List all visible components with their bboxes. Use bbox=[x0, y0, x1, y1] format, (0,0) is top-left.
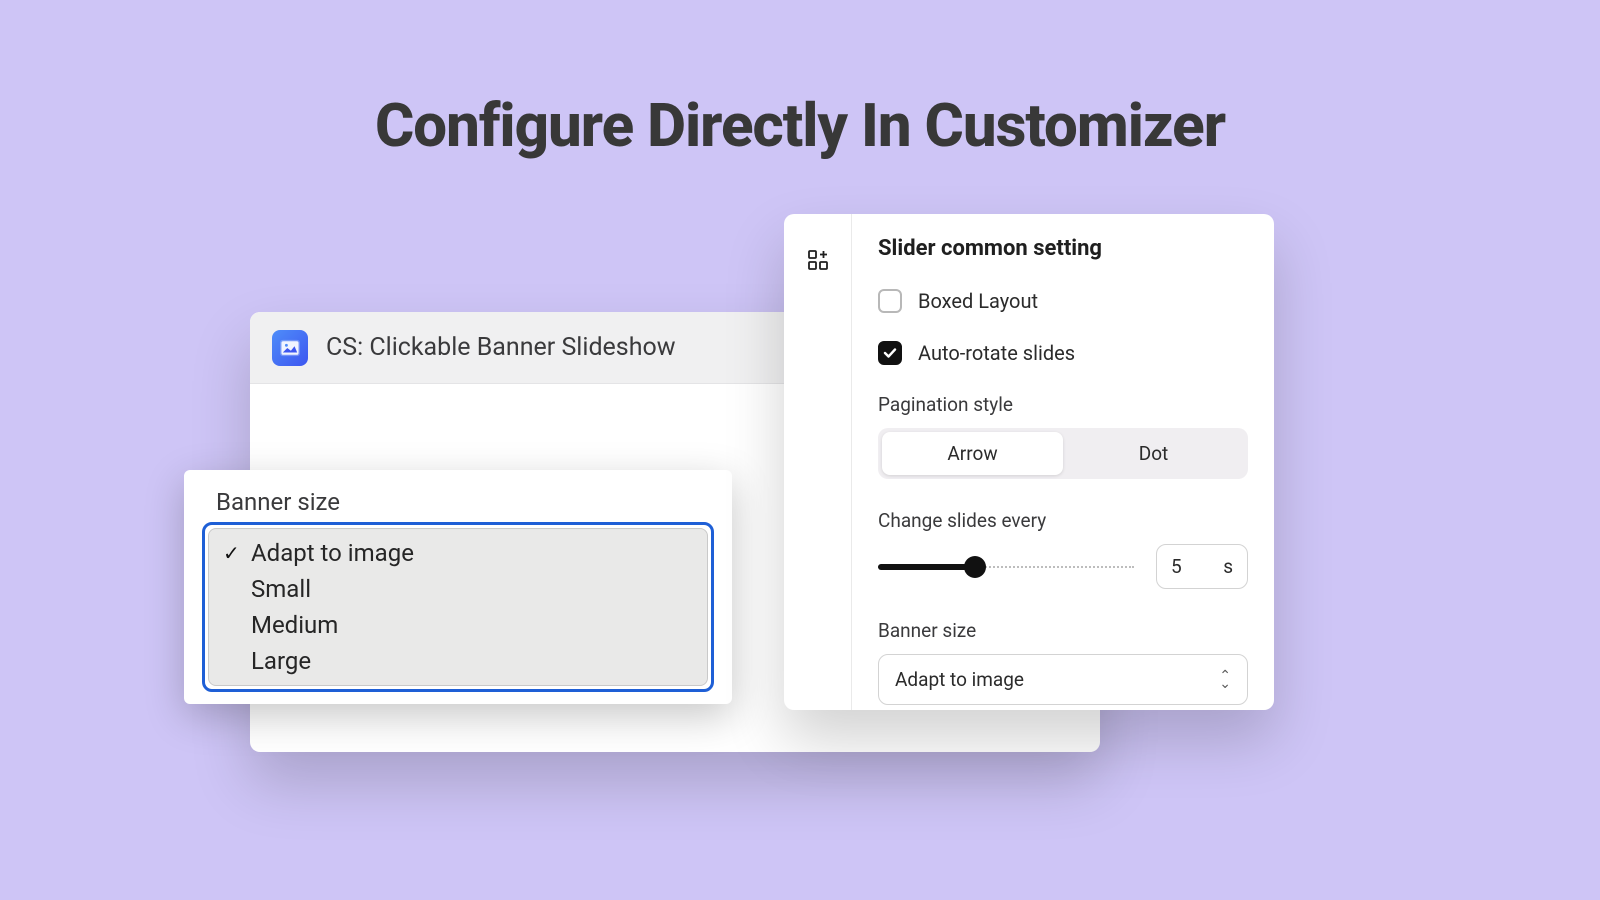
panel-rail bbox=[784, 214, 852, 710]
interval-slider-row: 5 s bbox=[878, 544, 1248, 589]
option-large[interactable]: Large bbox=[209, 643, 707, 679]
banner-size-dropdown-card: Banner size ✓ Adapt to image Small Mediu… bbox=[184, 470, 732, 704]
option-medium[interactable]: Medium bbox=[209, 607, 707, 643]
option-label: Large bbox=[251, 647, 311, 675]
updown-icon: ⌃⌄ bbox=[1219, 672, 1231, 688]
option-label: Small bbox=[251, 575, 311, 603]
pagination-style-label: Pagination style bbox=[878, 393, 1248, 416]
pagination-style-segmented: Arrow Dot bbox=[878, 428, 1248, 479]
checkbox-auto-rotate[interactable] bbox=[878, 341, 902, 365]
banner-size-options-list: ✓ Adapt to image Small Medium Large bbox=[208, 528, 708, 686]
panel-heading: Slider common setting bbox=[878, 236, 1248, 261]
interval-unit: s bbox=[1223, 555, 1233, 578]
section-title: CS: Clickable Banner Slideshow bbox=[326, 333, 676, 362]
checkbox-boxed-layout[interactable] bbox=[878, 289, 902, 313]
checkbox-row-auto-rotate[interactable]: Auto-rotate slides bbox=[878, 341, 1248, 365]
banner-size-field-label: Banner size bbox=[878, 619, 1248, 642]
option-adapt-to-image[interactable]: ✓ Adapt to image bbox=[209, 535, 707, 571]
option-label: Medium bbox=[251, 611, 338, 639]
check-icon: ✓ bbox=[223, 541, 243, 565]
banner-size-select-right[interactable]: Adapt to image ⌃⌄ bbox=[878, 654, 1248, 705]
hero-title: Configure Directly In Customizer bbox=[0, 90, 1600, 161]
checkbox-label: Boxed Layout bbox=[918, 289, 1038, 313]
option-small[interactable]: Small bbox=[209, 571, 707, 607]
sections-icon[interactable] bbox=[808, 250, 828, 274]
slider-settings-panel: Slider common setting Boxed Layout Auto-… bbox=[784, 214, 1274, 710]
banner-size-label: Banner size bbox=[202, 488, 714, 516]
option-label: Adapt to image bbox=[251, 539, 414, 567]
checkbox-row-boxed-layout[interactable]: Boxed Layout bbox=[878, 289, 1248, 313]
interval-value: 5 bbox=[1171, 555, 1182, 578]
interval-slider[interactable] bbox=[878, 564, 1134, 570]
change-slides-label: Change slides every bbox=[878, 509, 1248, 532]
app-icon bbox=[272, 330, 308, 366]
slider-thumb[interactable] bbox=[964, 556, 986, 578]
segment-dot[interactable]: Dot bbox=[1063, 432, 1244, 475]
segment-arrow[interactable]: Arrow bbox=[882, 432, 1063, 475]
panel-body: Slider common setting Boxed Layout Auto-… bbox=[852, 214, 1274, 710]
banner-size-select[interactable]: ✓ Adapt to image Small Medium Large bbox=[202, 522, 714, 692]
checkbox-label: Auto-rotate slides bbox=[918, 341, 1075, 365]
banner-size-selected-value: Adapt to image bbox=[895, 668, 1024, 691]
slider-fill bbox=[878, 564, 975, 570]
interval-value-box[interactable]: 5 s bbox=[1156, 544, 1248, 589]
